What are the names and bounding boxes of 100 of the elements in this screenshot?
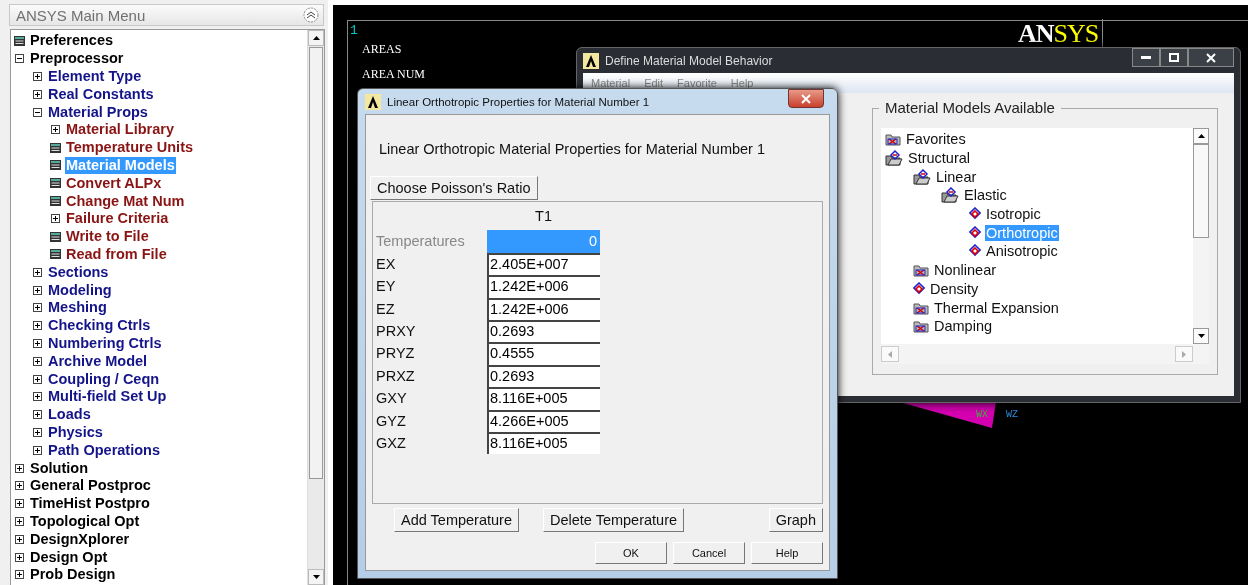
value-field[interactable]: 0.2693 — [487, 364, 600, 388]
value-field[interactable]: 2.405E+007 — [487, 252, 600, 276]
expand-icon[interactable] — [15, 481, 24, 491]
group-title: Material Models Available — [879, 99, 1061, 116]
expand-icon[interactable] — [33, 374, 42, 384]
tree-item[interactable]: Damping — [933, 318, 994, 335]
expand-icon[interactable] — [33, 321, 42, 331]
menu-item[interactable]: DesignXplorer — [29, 530, 131, 548]
menu-item[interactable]: Temperature Units — [65, 139, 195, 157]
scrollbar[interactable] — [307, 30, 324, 585]
menu-item[interactable]: Preprocessor — [29, 50, 125, 68]
menu-item[interactable]: Change Mat Num — [65, 192, 186, 210]
menu-item[interactable]: Solution — [29, 459, 89, 477]
expand-icon[interactable] — [33, 427, 42, 437]
menu-item[interactable]: Preferences — [29, 32, 115, 50]
menu-item[interactable]: Element Type — [47, 68, 143, 85]
expand-icon[interactable] — [33, 285, 42, 295]
collapse-icon[interactable] — [33, 107, 42, 117]
menu-item[interactable]: Design Opt — [29, 548, 109, 566]
expand-icon[interactable] — [15, 516, 24, 526]
menu-item[interactable]: Numbering Ctrls — [47, 334, 163, 352]
expand-icon[interactable] — [51, 214, 60, 224]
expand-icon[interactable] — [33, 410, 42, 420]
scroll-up-icon[interactable] — [312, 36, 320, 40]
menu-item[interactable]: Coupling / Ceqn — [47, 370, 161, 388]
menu-item[interactable]: General Postproc — [29, 477, 152, 495]
value-field[interactable]: 1.242E+006 — [487, 275, 600, 298]
expand-icon[interactable] — [33, 445, 42, 455]
axis-label: WX — [976, 409, 988, 420]
tree-item[interactable]: Density — [929, 280, 980, 297]
menu-item[interactable]: Real Constants — [47, 85, 155, 103]
value-field[interactable]: 1.242E+006 — [487, 297, 600, 320]
menu-item[interactable]: Meshing — [47, 299, 108, 317]
scrollbar[interactable] — [1193, 128, 1209, 344]
tree-item[interactable]: Anisotropic — [985, 243, 1059, 260]
expand-icon[interactable] — [33, 72, 42, 81]
row-label: GXY — [376, 389, 408, 409]
expand-icon[interactable] — [33, 392, 42, 402]
value-field[interactable]: 8.116E+005 — [487, 387, 600, 410]
value-field[interactable]: 4.266E+005 — [487, 409, 600, 432]
close-button[interactable] — [1188, 48, 1234, 67]
value-field[interactable]: 0.4555 — [487, 342, 600, 365]
expand-icon[interactable] — [15, 552, 24, 562]
menu-item[interactable]: Failure Criteria — [65, 210, 170, 228]
close-button[interactable] — [788, 89, 824, 108]
dialog-button[interactable]: OK — [595, 542, 667, 564]
maximize-button[interactable] — [1160, 48, 1188, 67]
menu-item[interactable]: Convert ALPx — [65, 174, 163, 192]
collapse-icon[interactable] — [15, 54, 24, 64]
expand-icon[interactable] — [33, 338, 42, 348]
function-icon — [14, 35, 25, 46]
plot-label: AREAS — [362, 42, 402, 57]
dialog-button[interactable]: Help — [751, 542, 823, 564]
expand-icon[interactable] — [15, 499, 24, 509]
dialog-button[interactable]: Cancel — [673, 542, 745, 564]
scroll-down-icon[interactable] — [1197, 334, 1205, 338]
graph-button[interactable]: Graph — [768, 508, 823, 532]
collapse-icon[interactable] — [303, 7, 319, 23]
menu-item[interactable]: Multi-field Set Up — [47, 388, 168, 406]
minimize-button[interactable] — [1132, 48, 1160, 67]
menu-item[interactable]: Read from File — [65, 245, 168, 263]
menu-item[interactable]: Sections — [47, 263, 110, 281]
tree-item[interactable]: Thermal Expansion — [933, 299, 1060, 316]
value-field[interactable]: 0.2693 — [487, 319, 600, 343]
menu-item[interactable]: Path Operations — [47, 441, 161, 459]
tree-item[interactable]: Isotropic — [985, 206, 1042, 223]
expand-icon[interactable] — [15, 570, 24, 580]
scroll-up-icon[interactable] — [1197, 134, 1205, 138]
open-folder-icon — [941, 187, 959, 204]
menu-item[interactable]: Topological Opt — [29, 512, 141, 530]
tree-item[interactable]: Favorites — [905, 131, 967, 148]
menu-item[interactable]: Prob Design — [29, 566, 117, 584]
menu-item[interactable]: Material Props — [47, 103, 149, 121]
menu-item[interactable]: Loads — [47, 406, 92, 424]
diamond-icon — [969, 244, 981, 259]
expand-icon[interactable] — [15, 534, 24, 544]
tree-item[interactable]: Linear — [935, 168, 978, 185]
menu-item[interactable]: Write to File — [65, 228, 150, 246]
expand-icon[interactable] — [33, 267, 42, 277]
expand-icon[interactable] — [33, 89, 42, 99]
menu-item[interactable]: Physics — [47, 423, 104, 441]
tree-item[interactable]: Nonlinear — [933, 262, 998, 279]
scroll-down-icon[interactable] — [312, 575, 320, 579]
axis-label: WZ — [1006, 409, 1018, 420]
tree-item[interactable]: Elastic — [963, 187, 1008, 204]
menu-item[interactable]: TimeHist Postpro — [29, 495, 151, 513]
value-field[interactable]: 8.116E+005 — [487, 431, 600, 455]
expand-icon[interactable] — [33, 303, 42, 313]
add-button[interactable]: Add Temperature — [394, 508, 519, 532]
poisson-button[interactable]: Choose Poisson's Ratio — [370, 176, 538, 200]
row-label: EY — [376, 277, 397, 297]
menu-item[interactable]: Archive Model — [47, 352, 149, 370]
tree-item[interactable]: Structural — [907, 150, 972, 167]
expand-icon[interactable] — [15, 463, 24, 473]
menu-item[interactable]: Modeling — [47, 281, 113, 299]
delete-button[interactable]: Delete Temperature — [542, 508, 685, 532]
menu-item[interactable]: Material Library — [65, 121, 175, 139]
expand-icon[interactable] — [51, 125, 60, 135]
expand-icon[interactable] — [33, 356, 42, 366]
menu-item[interactable]: Checking Ctrls — [47, 317, 152, 335]
